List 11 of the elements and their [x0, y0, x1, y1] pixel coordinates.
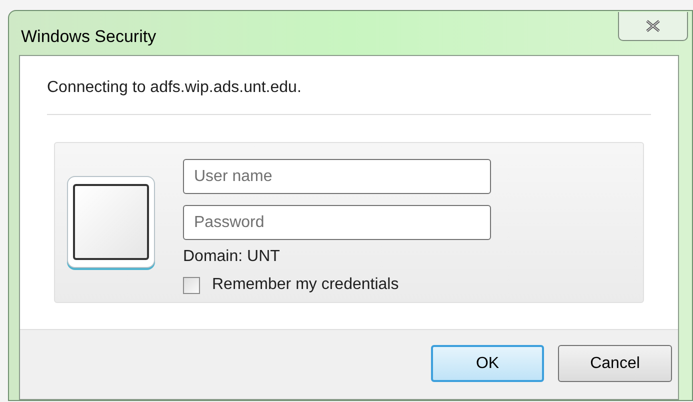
remember-checkbox[interactable] — [183, 276, 200, 294]
close-button[interactable] — [618, 12, 688, 41]
input-field[interactable]: Password — [183, 205, 491, 240]
dialog-button[interactable]: Cancel — [558, 345, 672, 382]
connection-message: Connecting to adfs.wip.ads.unt.edu. — [47, 56, 651, 115]
domain-label: Domain: UNT — [183, 247, 281, 267]
dialog-button[interactable]: OK — [431, 345, 544, 382]
window-title: Windows Security — [21, 26, 156, 48]
input-field[interactable]: User name — [183, 159, 491, 194]
close-icon — [646, 20, 660, 32]
remember-label[interactable]: Remember my credentials — [212, 273, 399, 297]
